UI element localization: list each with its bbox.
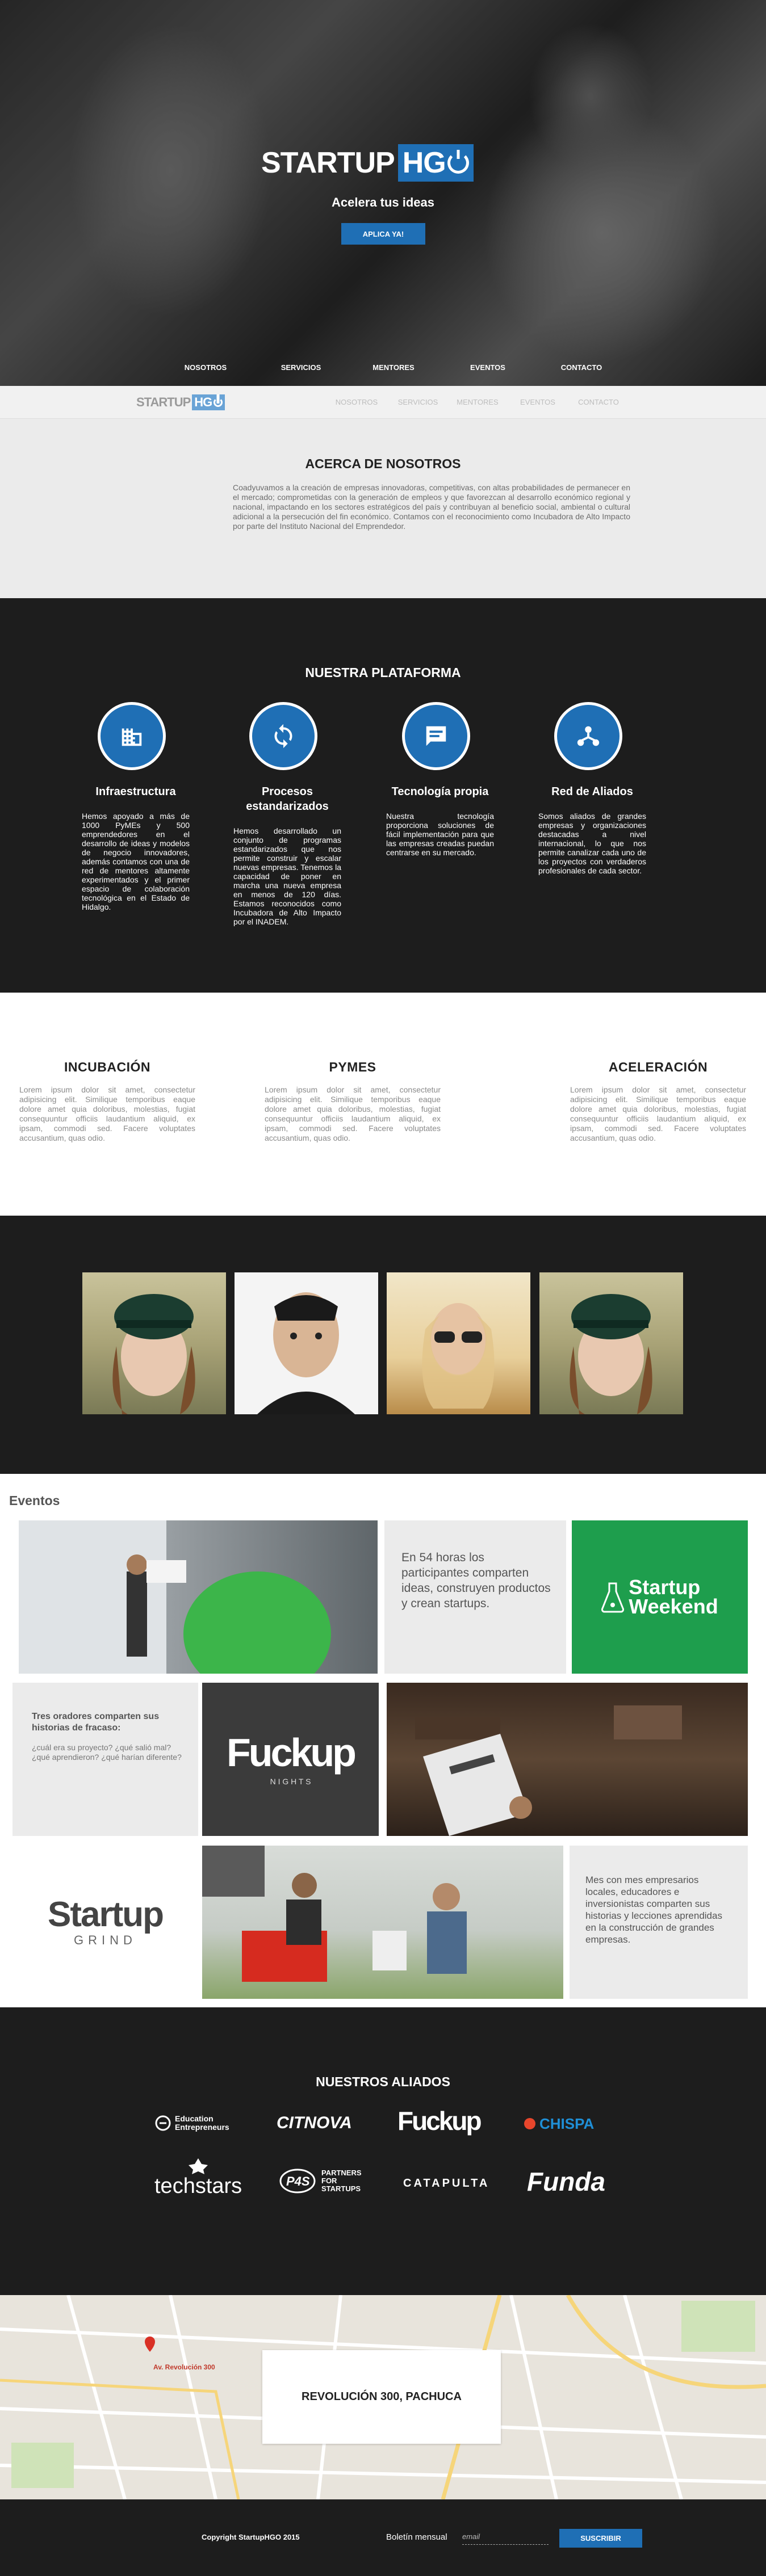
snav-servicios[interactable]: SERVICIOS	[398, 398, 438, 406]
sticky-nav: STARTUP HG NOSOTROS SERVICIOS MENTORES E…	[0, 386, 766, 419]
events-title: Eventos	[9, 1493, 60, 1508]
hero-section: STARTUP HG Acelera tus ideas APLICA YA! …	[0, 0, 766, 386]
p4s-icon: P4S	[279, 2169, 316, 2193]
snav-eventos[interactable]: EVENTOS	[520, 398, 555, 406]
programs-section: INCUBACIÓN Lorem ipsum dolor sit amet, c…	[0, 993, 766, 1216]
map-pin-icon	[145, 2337, 155, 2352]
mentor-photo[interactable]	[387, 1272, 530, 1414]
map-pin-label: Av. Revolución 300	[153, 2363, 215, 2371]
nav-servicios[interactable]: SERVICIOS	[281, 363, 321, 372]
startup-weekend-logo[interactable]: Startup Weekend	[572, 1520, 748, 1674]
chispa-icon	[524, 2118, 535, 2129]
nav-nosotros[interactable]: NOSOTROS	[185, 363, 227, 372]
allies-section: NUESTROS ALIADOS Education Entrepreneurs…	[0, 2007, 766, 2295]
ally-education-entrepreneurs[interactable]: Education Entrepreneurs	[154, 2109, 243, 2137]
startup-grind-desc: Mes con mes empresarios locales, educado…	[570, 1846, 748, 1999]
network-icon	[554, 702, 622, 770]
mentor-photo[interactable]	[82, 1272, 226, 1414]
mentor-photo[interactable]	[539, 1272, 683, 1414]
startup-grind-photo[interactable]	[202, 1846, 563, 1999]
ally-catapulta[interactable]: CATAPULTA	[403, 2172, 489, 2195]
feature-tecnologia: Tecnología propia Nuestra tecnología pro…	[386, 702, 494, 857]
snav-contacto[interactable]: CONTACTO	[578, 398, 619, 406]
footer: Copyright StartupHGO 2015 Boletín mensua…	[0, 2499, 766, 2576]
program-incubacion: INCUBACIÓN Lorem ipsum dolor sit amet, c…	[19, 1060, 195, 1142]
star-icon	[189, 2158, 208, 2174]
startup-grind-logo[interactable]: Startup GRIND	[12, 1846, 198, 1999]
mentors-section	[0, 1216, 766, 1474]
snav-nosotros[interactable]: NOSOTROS	[336, 398, 378, 406]
ee-icon	[155, 2115, 171, 2131]
feature-procesos: Procesos estandarizados Hemos desarrolla…	[233, 702, 341, 926]
hero-tagline: Acelera tus ideas	[332, 195, 434, 209]
message-icon	[402, 702, 470, 770]
subscribe-button[interactable]: SUSCRIBIR	[559, 2529, 642, 2548]
events-section: Eventos En 54 horas los participantes co…	[0, 1474, 766, 2007]
map-section[interactable]: Av. Revolución 300 REVOLUCIÓN 300, PACHU…	[0, 2295, 766, 2499]
mentor-photo[interactable]	[235, 1272, 378, 1414]
platform-title: NUESTRA PLATAFORMA	[305, 665, 461, 680]
program-pymes: PYMES Lorem ipsum dolor sit amet, consec…	[265, 1060, 441, 1142]
power-icon	[447, 152, 469, 174]
copyright: Copyright StartupHGO 2015	[202, 2533, 300, 2541]
newsletter-label: Boletín mensual	[386, 2532, 447, 2542]
nav-logo[interactable]: STARTUP HG	[136, 394, 225, 410]
svg-text:P4S: P4S	[286, 2174, 310, 2188]
hero-nav: NOSOTROS SERVICIOS MENTORES EVENTOS CONT…	[0, 363, 766, 376]
nav-contacto[interactable]: CONTACTO	[561, 363, 602, 372]
platform-section: NUESTRA PLATAFORMA Infraestructura Hemos…	[0, 598, 766, 993]
ally-fuckup[interactable]: Fuckup	[397, 2105, 482, 2137]
fuckup-nights-photo[interactable]	[387, 1683, 748, 1836]
allies-title: NUESTROS ALIADOS	[316, 2074, 450, 2089]
feature-infraestructura: Infraestructura Hemos apoyado a más de 1…	[82, 702, 190, 911]
address-card: REVOLUCIÓN 300, PACHUCA	[262, 2350, 501, 2444]
about-section: ACERCA DE NOSOTROS Coadyuvamos a la crea…	[0, 419, 766, 598]
about-title: ACERCA DE NOSOTROS	[305, 456, 461, 471]
fuckup-desc: Tres oradores comparten sus historias de…	[12, 1683, 198, 1836]
startup-weekend-desc: En 54 horas los participantes comparten …	[384, 1520, 566, 1674]
fuckup-nights-logo[interactable]: Fuckup N I G H T S	[202, 1683, 379, 1836]
snav-mentores[interactable]: MENTORES	[457, 398, 498, 406]
sync-icon	[249, 702, 317, 770]
ally-citnova[interactable]: CITNOVA	[277, 2109, 352, 2137]
nav-eventos[interactable]: EVENTOS	[470, 363, 505, 372]
feature-aliados: Red de Aliados Somos aliados de grandes …	[538, 702, 646, 875]
power-icon	[214, 398, 223, 407]
startup-weekend-photo[interactable]	[19, 1520, 378, 1674]
ally-partners-for-startups[interactable]: P4S PARTNERS FOR STARTUPS	[278, 2165, 363, 2197]
ally-funda[interactable]: Funda	[527, 2162, 605, 2201]
about-text: Coadyuvamos a la creación de empresas in…	[233, 483, 630, 531]
nav-mentores[interactable]: MENTORES	[372, 363, 414, 372]
apply-button[interactable]: APLICA YA!	[341, 223, 425, 245]
ally-chispa[interactable]: CHISPA	[522, 2111, 594, 2137]
hero-logo: STARTUP HG	[261, 144, 474, 182]
ally-techstars[interactable]: techstars	[154, 2158, 242, 2199]
flask-icon	[601, 1582, 625, 1613]
newsletter-email-input[interactable]	[462, 2529, 549, 2545]
building-icon	[98, 702, 166, 770]
program-aceleracion: ACELERACIÓN Lorem ipsum dolor sit amet, …	[570, 1060, 746, 1142]
